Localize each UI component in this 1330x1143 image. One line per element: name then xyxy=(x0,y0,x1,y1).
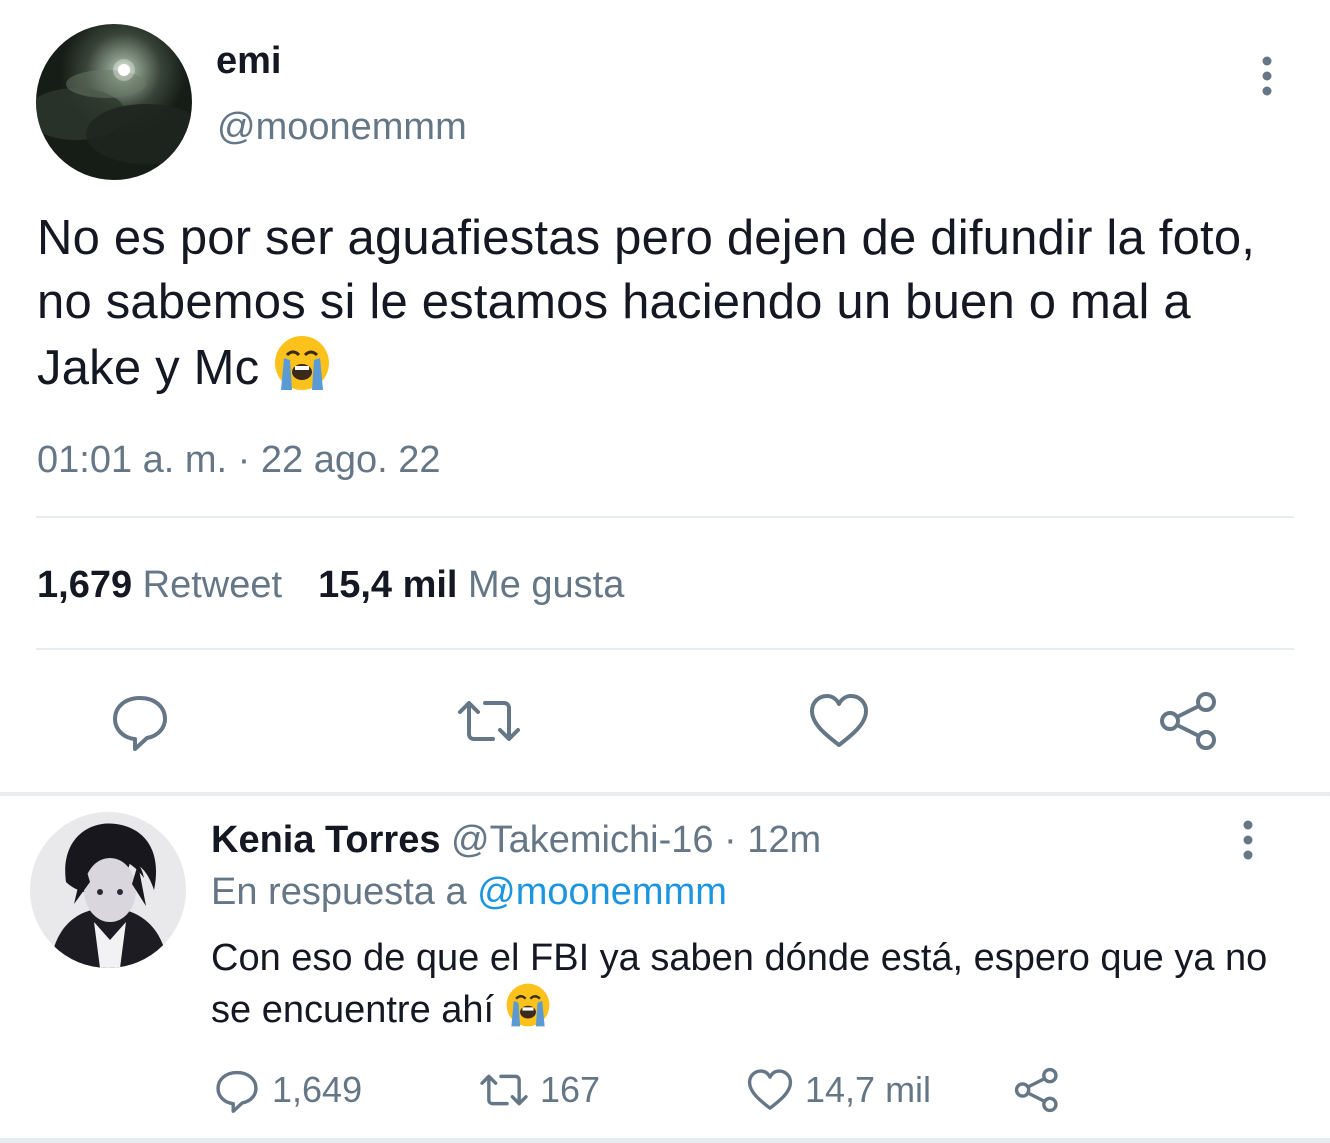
reply-button[interactable] xyxy=(107,688,173,759)
in-reply-to-label: En respuesta a xyxy=(211,871,467,913)
reply-body: Con eso de que el FBI ya saben dónde est… xyxy=(211,937,1268,1031)
author-avatar[interactable] xyxy=(36,24,192,180)
like-count: 15,4 mil xyxy=(318,564,458,606)
tweet-text: No es por ser aguafiestas pero dejen de … xyxy=(37,206,1297,408)
reply-text: Con eso de que el FBI ya saben dónde est… xyxy=(211,934,1271,1040)
divider xyxy=(36,648,1294,650)
retweet-count: 1,679 xyxy=(37,564,133,606)
tweet-stats: 1,679 Retweet 15,4 mil Me gusta xyxy=(37,560,624,610)
reply-time: · 12m xyxy=(724,819,822,861)
in-reply-to-mention[interactable]: @moonemmm xyxy=(477,871,727,913)
tweet-timestamp[interactable]: 01:01 a. m. · 22 ago. 22 xyxy=(37,436,441,484)
like-button[interactable] xyxy=(806,688,872,759)
reply-author-handle[interactable]: @Takemichi-16 xyxy=(451,819,713,861)
share-icon xyxy=(1160,692,1216,750)
reply-reply-button[interactable]: 1,649 xyxy=(212,1062,362,1118)
more-options-icon[interactable] xyxy=(1252,54,1282,98)
reply-retweet-button[interactable]: 167 xyxy=(478,1062,600,1118)
retweet-stat[interactable]: 1,679 Retweet xyxy=(37,564,282,606)
share-icon xyxy=(1014,1067,1058,1113)
reply-reply-count: 1,649 xyxy=(272,1069,363,1110)
author-name[interactable]: emi xyxy=(216,38,281,84)
retweet-icon xyxy=(480,1074,528,1106)
like-stat[interactable]: 15,4 mil Me gusta xyxy=(318,564,624,606)
in-reply-to: En respuesta a @moonemmm xyxy=(211,868,727,916)
reply-like-button[interactable]: 14,7 mil xyxy=(745,1062,931,1118)
share-button[interactable] xyxy=(1156,688,1222,759)
reply-more-options-icon[interactable] xyxy=(1234,818,1262,862)
author-handle[interactable]: @moonemmm xyxy=(217,104,467,150)
speech-bubble-icon xyxy=(113,696,167,751)
tweet-body: No es por ser aguafiestas pero dejen de … xyxy=(37,211,1256,395)
reply-author-name[interactable]: Kenia Torres xyxy=(211,819,440,861)
divider xyxy=(36,516,1294,518)
heart-icon xyxy=(810,694,868,747)
crying-face-emoji-icon xyxy=(273,334,331,408)
reply-header: Kenia Torres @Takemichi-16 · 12m xyxy=(211,816,821,864)
heart-icon xyxy=(747,1069,793,1110)
divider xyxy=(0,1138,1330,1143)
retweet-label: Retweet xyxy=(142,564,283,606)
reply-retweet-count: 167 xyxy=(540,1069,601,1110)
like-label: Me gusta xyxy=(468,564,625,606)
crying-face-emoji-icon xyxy=(505,982,551,1040)
reply-share-button[interactable] xyxy=(1012,1062,1072,1118)
thread-separator xyxy=(0,792,1330,796)
retweet-icon xyxy=(458,701,520,741)
reply-author-avatar[interactable] xyxy=(30,812,186,968)
speech-bubble-icon xyxy=(216,1070,258,1113)
retweet-button[interactable] xyxy=(456,688,522,759)
reply-like-count: 14,7 mil xyxy=(805,1069,932,1110)
